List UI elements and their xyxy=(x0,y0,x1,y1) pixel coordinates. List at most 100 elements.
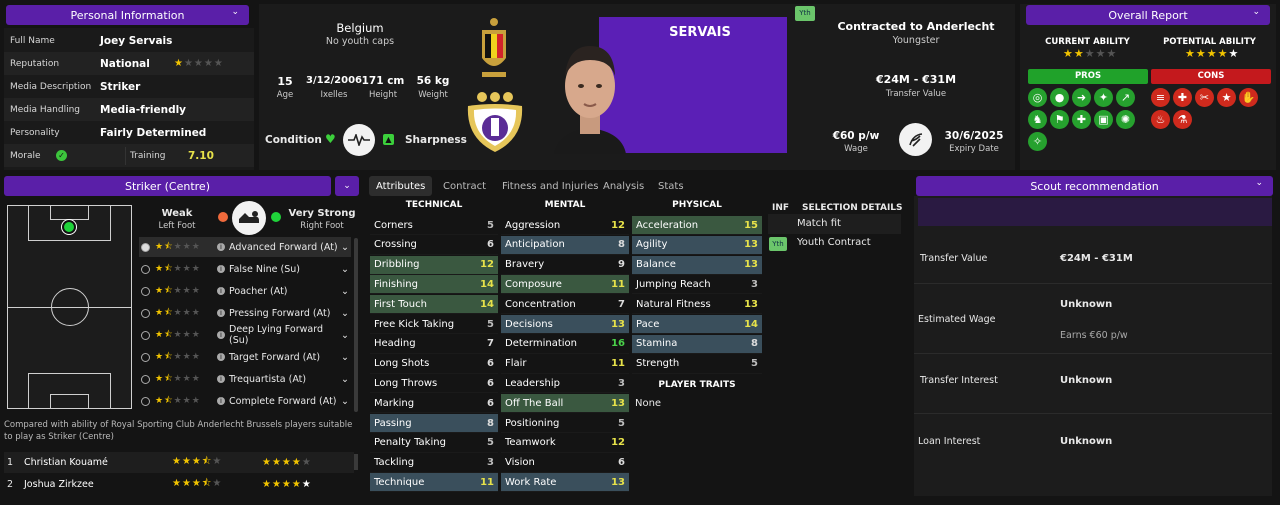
radio-icon[interactable] xyxy=(141,374,150,384)
chevron-down-icon[interactable]: ⌄ xyxy=(341,242,349,253)
info-icon[interactable]: i xyxy=(217,397,225,405)
tab-analysis[interactable]: Analysis xyxy=(603,176,644,196)
attribute-row[interactable]: Concentration 7 xyxy=(501,295,629,315)
boots-icon[interactable]: ✦ xyxy=(1094,88,1113,107)
tackling-icon[interactable]: ✂ xyxy=(1195,88,1214,107)
attribute-row[interactable]: Crossing 6 xyxy=(370,236,498,255)
star-icon[interactable]: ★ xyxy=(1217,88,1236,107)
attribute-row[interactable]: Natural Fitness 13 xyxy=(632,295,762,315)
compare-row[interactable]: 1 Christian Kouamé ★★★⯪★ ★★★★★ xyxy=(4,452,354,473)
role-item[interactable]: ★⯪★★★ i False Nine (Su) ⌄ xyxy=(139,259,351,279)
attribute-row[interactable]: Composure 11 xyxy=(501,275,629,295)
attribute-row[interactable]: Anticipation 8 xyxy=(501,235,629,255)
attribute-row[interactable]: Free Kick Taking 5 xyxy=(370,315,498,334)
radio-icon[interactable] xyxy=(141,286,150,296)
info-icon[interactable]: i xyxy=(217,287,225,295)
position-dropdown-button[interactable]: ⌄ xyxy=(335,176,359,196)
chevron-down-icon[interactable]: ⌄ xyxy=(341,308,349,319)
role-item[interactable]: ★⯪★★★ i Pressing Forward (At) ⌄ xyxy=(139,303,351,323)
overall-report-header[interactable]: Overall Report ⌄ xyxy=(1026,5,1270,25)
radio-icon[interactable] xyxy=(141,264,150,274)
attribute-row[interactable]: Decisions 13 xyxy=(501,315,629,334)
role-item[interactable]: ★⯪★★★ i Complete Forward (At) ⌄ xyxy=(139,391,351,411)
radio-icon[interactable] xyxy=(141,242,150,252)
role-item[interactable]: ★⯪★★★ i Poacher (At) ⌄ xyxy=(139,281,351,301)
attribute-row[interactable]: Vision 6 xyxy=(501,454,629,473)
info-icon[interactable]: i xyxy=(217,265,225,273)
attribute-row[interactable]: Strength 5 xyxy=(632,355,762,374)
attribute-row[interactable]: Tackling 3 xyxy=(370,454,498,473)
role-item[interactable]: ★⯪★★★ i Advanced Forward (At) ⌄ xyxy=(139,237,351,257)
pace-icon[interactable]: ↗ xyxy=(1116,88,1135,107)
chevron-down-icon[interactable]: ⌄ xyxy=(341,264,349,275)
attribute-row[interactable]: Stamina 8 xyxy=(632,334,762,354)
chevron-down-icon[interactable]: ⌄ xyxy=(341,396,349,407)
attribute-row[interactable]: Jumping Reach 3 xyxy=(632,275,762,295)
position-header[interactable]: Striker (Centre) xyxy=(4,176,331,196)
chevron-down-icon[interactable]: ⌄ xyxy=(1252,7,1260,17)
tab-fitness[interactable]: Fitness and Injuries xyxy=(502,176,598,196)
tab-stats[interactable]: Stats xyxy=(658,176,684,196)
attribute-row[interactable]: Finishing 14 xyxy=(370,275,498,295)
chevron-down-icon[interactable]: ⌄ xyxy=(1255,178,1263,188)
chevron-down-icon[interactable]: ⌄ xyxy=(341,330,349,341)
injury-icon[interactable]: ✚ xyxy=(1173,88,1192,107)
strength-icon[interactable]: ✋ xyxy=(1239,88,1258,107)
attribute-row[interactable]: First Touch 14 xyxy=(370,295,498,315)
radio-icon[interactable] xyxy=(141,308,150,318)
attribute-row[interactable]: Long Shots 6 xyxy=(370,355,498,374)
info-icon[interactable]: i xyxy=(217,331,225,339)
attribute-row[interactable]: Dribbling 12 xyxy=(370,255,498,275)
info-icon[interactable]: i xyxy=(217,243,225,251)
agility-icon[interactable]: ♞ xyxy=(1028,110,1047,129)
tab-contract[interactable]: Contract xyxy=(443,176,486,196)
attribute-row[interactable]: Agility 13 xyxy=(632,235,762,255)
attribute-row[interactable]: Aggression 12 xyxy=(501,216,629,235)
determination-icon[interactable]: ✚ xyxy=(1072,110,1091,129)
attribute-row[interactable]: Long Throws 6 xyxy=(370,374,498,394)
chevron-down-icon[interactable]: ⌄ xyxy=(341,352,349,363)
attribute-row[interactable]: Penalty Taking 5 xyxy=(370,434,498,453)
compare-scrollbar[interactable] xyxy=(354,454,358,470)
chevron-down-icon[interactable]: ⌄ xyxy=(341,374,349,385)
role-item[interactable]: ★⯪★★★ i Deep Lying Forward (Su) ⌄ xyxy=(139,324,351,346)
radio-icon[interactable] xyxy=(141,330,150,340)
attribute-row[interactable]: Off The Ball 13 xyxy=(501,394,629,414)
radio-icon[interactable] xyxy=(141,396,150,406)
runner-icon[interactable]: ✺ xyxy=(1116,110,1135,129)
role-scrollbar[interactable] xyxy=(354,238,358,412)
attribute-row[interactable]: Determination 16 xyxy=(501,335,629,354)
attribute-row[interactable]: Heading 7 xyxy=(370,335,498,354)
attribute-row[interactable]: Passing 8 xyxy=(370,414,498,433)
finishing-icon[interactable]: ⚑ xyxy=(1050,110,1069,129)
stamina-icon[interactable]: ♨ xyxy=(1151,110,1170,129)
info-icon[interactable]: i xyxy=(217,309,225,317)
chevron-down-icon[interactable]: ⌄ xyxy=(341,286,349,297)
dribble-icon[interactable]: ➜ xyxy=(1072,88,1091,107)
attribute-row[interactable]: Balance 13 xyxy=(632,255,762,275)
attribute-row[interactable]: Technique 11 xyxy=(370,473,498,493)
balance-icon[interactable]: ✧ xyxy=(1028,132,1047,151)
attribute-row[interactable]: Flair 11 xyxy=(501,355,629,374)
personal-info-header[interactable]: Personal Information ⌄ xyxy=(6,5,249,25)
flask-icon[interactable]: ⚗ xyxy=(1173,110,1192,129)
attribute-row[interactable]: Pace 14 xyxy=(632,315,762,334)
heading-icon[interactable]: ≡ xyxy=(1151,88,1170,107)
info-icon[interactable]: i xyxy=(217,375,225,383)
role-item[interactable]: ★⯪★★★ i Target Forward (At) ⌄ xyxy=(139,347,351,367)
attribute-row[interactable]: Corners 5 xyxy=(370,216,498,235)
attribute-row[interactable]: Marking 6 xyxy=(370,394,498,414)
attribute-row[interactable]: Teamwork 12 xyxy=(501,434,629,453)
attribute-row[interactable]: Bravery 9 xyxy=(501,256,629,275)
tab-attributes[interactable]: Attributes xyxy=(369,176,433,196)
attribute-row[interactable]: Work Rate 13 xyxy=(501,473,629,493)
attribute-row[interactable]: Leadership 3 xyxy=(501,374,629,394)
attribute-row[interactable]: Positioning 5 xyxy=(501,414,629,433)
chevron-down-icon[interactable]: ⌄ xyxy=(231,7,239,17)
target-icon[interactable]: ◎ xyxy=(1028,88,1047,107)
scout-header[interactable]: Scout recommendation ⌄ xyxy=(916,176,1273,196)
compare-row[interactable]: 2 Joshua Zirkzee ★★★⯪★ ★★★★★ xyxy=(4,474,354,495)
ball-control-icon[interactable]: ● xyxy=(1050,88,1069,107)
info-icon[interactable]: i xyxy=(217,353,225,361)
attribute-row[interactable]: Acceleration 15 xyxy=(632,216,762,235)
